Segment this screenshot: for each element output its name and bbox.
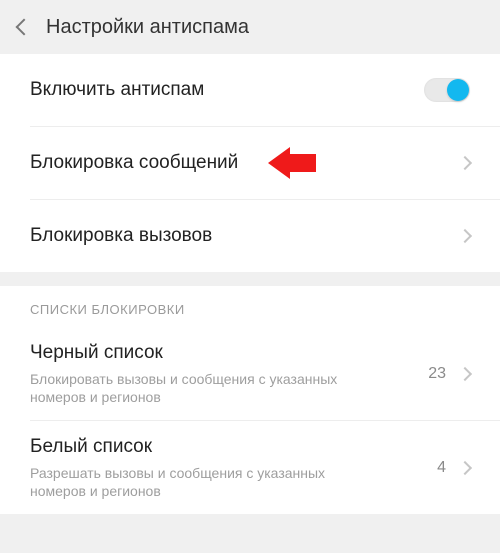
chevron-right-icon (458, 156, 472, 170)
blacklist-count: 23 (428, 365, 446, 383)
chevron-right-icon (458, 229, 472, 243)
section-header-blocklists: СПИСКИ БЛОКИРОВКИ (0, 286, 500, 327)
settings-panel-lists: СПИСКИ БЛОКИРОВКИ Черный список Блокиров… (0, 286, 500, 514)
row-content: Блокировка вызовов (30, 210, 460, 263)
chevron-right-icon (458, 461, 472, 475)
row-right (460, 158, 470, 168)
row-content: Блокировка сообщений (30, 137, 460, 190)
row-subtitle: Разрешать вызовы и сообщения с указанных… (30, 464, 370, 500)
row-title: Блокировка вызовов (30, 224, 460, 249)
row-title: Блокировка сообщений (30, 151, 460, 176)
row-right (424, 78, 470, 102)
toggle-knob (447, 79, 469, 101)
app-header: Настройки антиспама (0, 0, 500, 54)
row-content: Белый список Разрешать вызовы и сообщени… (30, 421, 437, 514)
row-right: 23 (428, 365, 470, 383)
page-title: Настройки антиспама (46, 16, 249, 39)
row-right (460, 231, 470, 241)
row-content: Черный список Блокировать вызовы и сообщ… (30, 327, 428, 420)
row-block-calls[interactable]: Блокировка вызовов (0, 200, 500, 272)
antispam-toggle[interactable] (424, 78, 470, 102)
row-content: Включить антиспам (30, 64, 424, 117)
whitelist-count: 4 (437, 459, 446, 477)
section-gap (0, 272, 500, 286)
row-right: 4 (437, 459, 470, 477)
row-block-messages[interactable]: Блокировка сообщений (0, 127, 500, 199)
row-enable-antispam[interactable]: Включить антиспам (0, 54, 500, 126)
row-subtitle: Блокировать вызовы и сообщения с указанн… (30, 370, 370, 406)
annotation-arrow-icon (268, 147, 316, 179)
settings-panel-main: Включить антиспам Блокировка сообщений Б… (0, 54, 500, 272)
back-icon[interactable] (16, 19, 33, 36)
row-whitelist[interactable]: Белый список Разрешать вызовы и сообщени… (0, 421, 500, 514)
row-title: Включить антиспам (30, 78, 424, 103)
row-title: Белый список (30, 435, 437, 460)
row-title: Черный список (30, 341, 428, 366)
row-blacklist[interactable]: Черный список Блокировать вызовы и сообщ… (0, 327, 500, 420)
chevron-right-icon (458, 366, 472, 380)
